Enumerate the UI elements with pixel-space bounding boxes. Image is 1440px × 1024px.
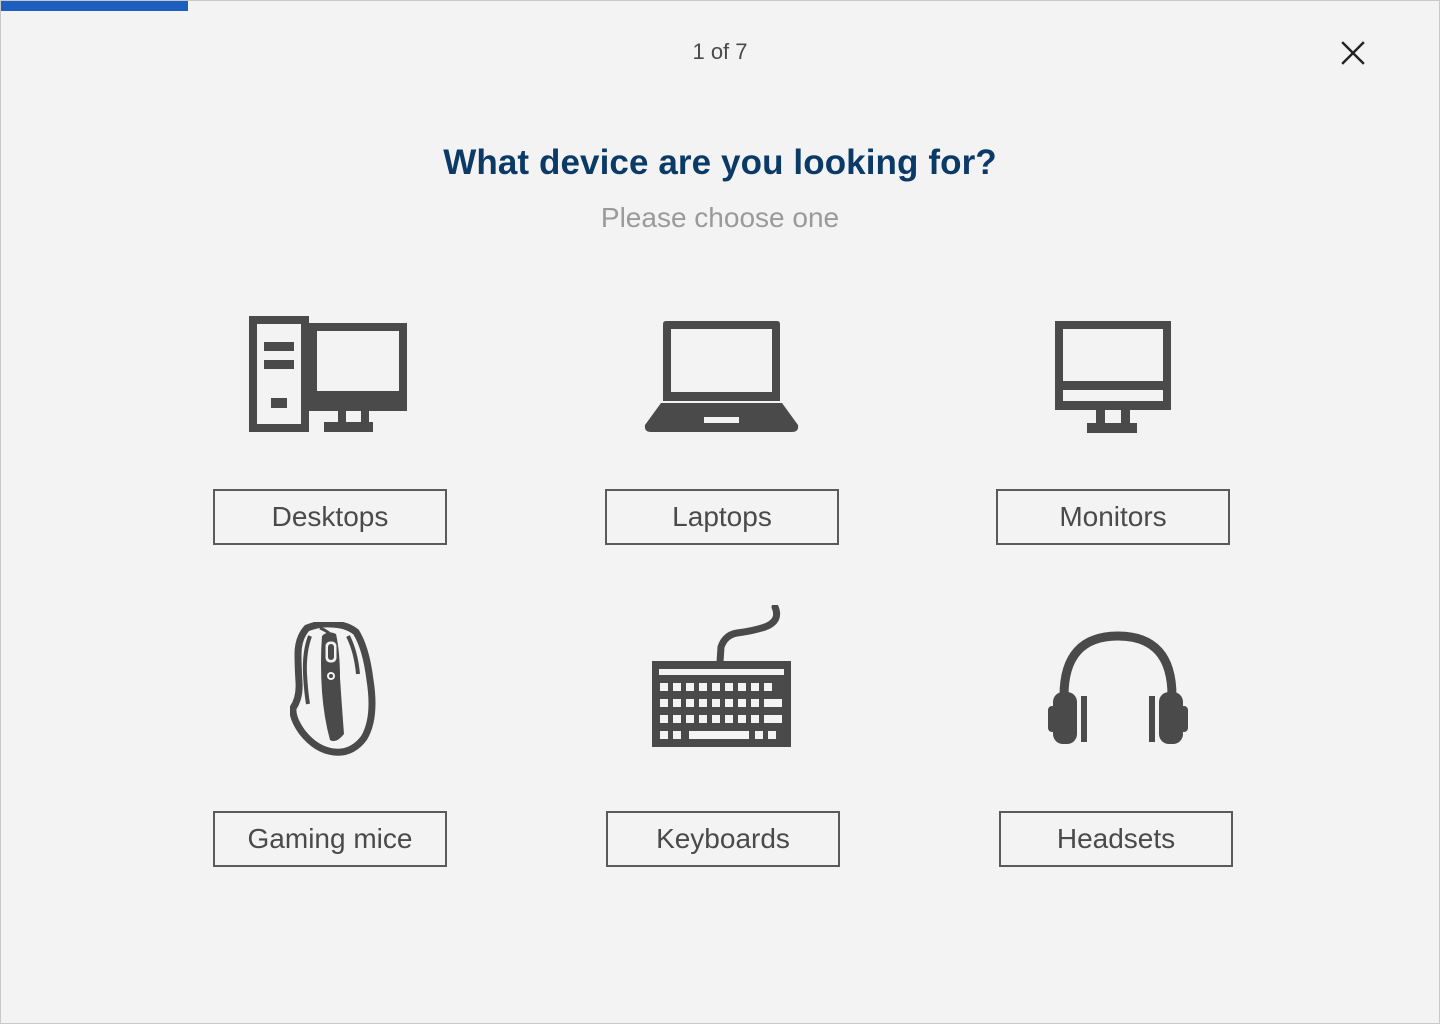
option-laptops-button[interactable]: Laptops bbox=[605, 489, 839, 545]
option-headsets-button[interactable]: Headsets bbox=[999, 811, 1233, 867]
quiz-dialog: 1 of 7 What device are you looking for? … bbox=[0, 0, 1440, 1024]
mouse-icon bbox=[290, 622, 376, 756]
close-button[interactable] bbox=[1335, 35, 1371, 71]
monitor-icon bbox=[1055, 321, 1171, 433]
question-title: What device are you looking for? bbox=[443, 143, 997, 182]
option-gaming-mice-button[interactable]: Gaming mice bbox=[213, 811, 447, 867]
progress-bar-fill bbox=[1, 1, 188, 11]
option-monitors-button[interactable]: Monitors bbox=[996, 489, 1230, 545]
desktop-icon bbox=[249, 316, 407, 432]
question-subtitle: Please choose one bbox=[600, 202, 840, 233]
option-desktops-button[interactable]: Desktops bbox=[213, 489, 447, 545]
progress-bar bbox=[1, 1, 1439, 11]
laptop-icon bbox=[644, 321, 799, 432]
option-keyboards-button[interactable]: Keyboards bbox=[606, 811, 840, 867]
close-icon bbox=[1341, 41, 1365, 65]
keyboard-icon bbox=[652, 605, 791, 747]
headset-icon bbox=[1048, 631, 1188, 744]
step-counter: 1 of 7 bbox=[692, 39, 748, 64]
